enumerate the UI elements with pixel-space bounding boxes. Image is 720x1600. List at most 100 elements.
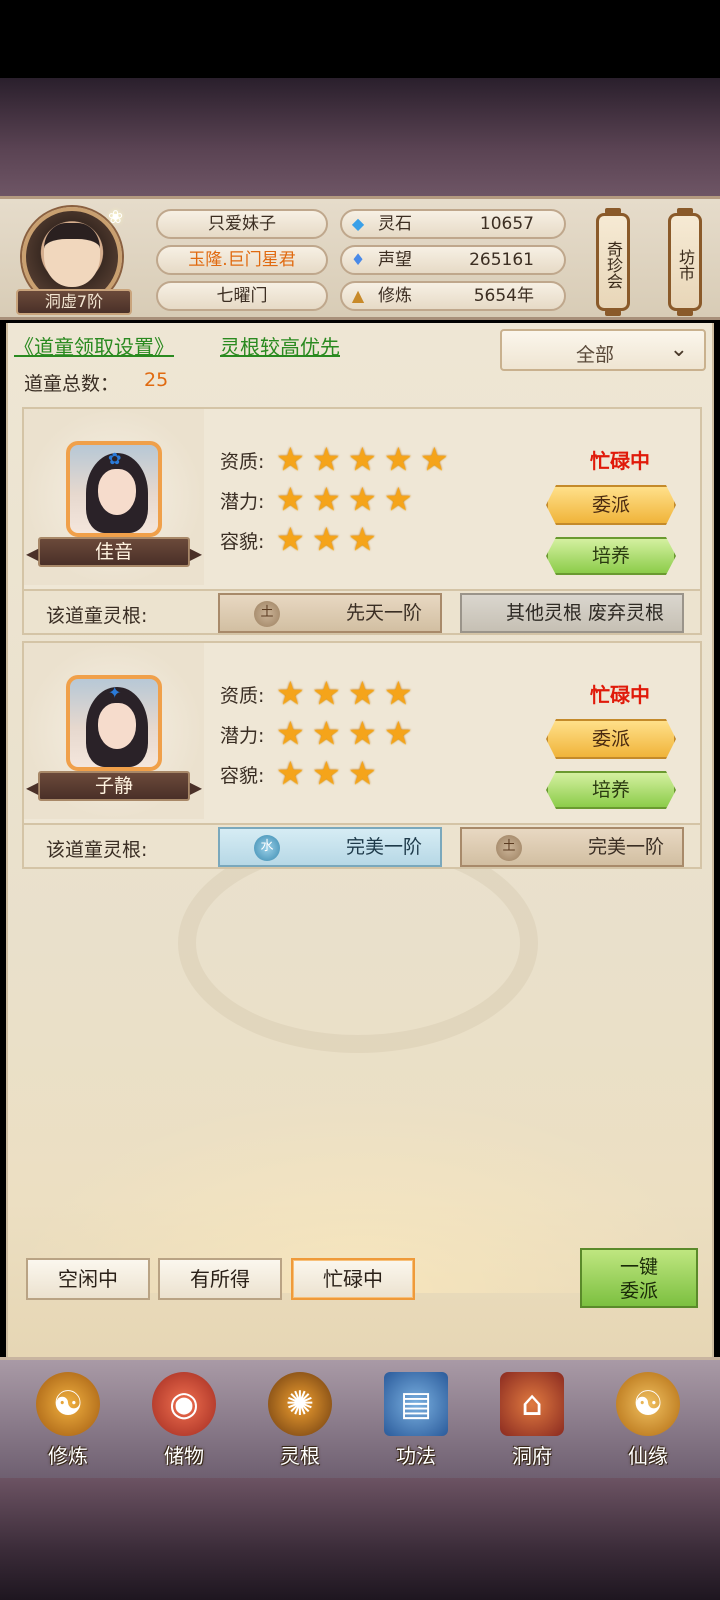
spirit-root-tag[interactable]: 其他灵根 废弃灵根 xyxy=(460,593,684,633)
servant-settings-link[interactable]: 《道童领取设置》 xyxy=(14,331,174,360)
nav-item-storage[interactable]: ◉ 储物 xyxy=(134,1368,234,1476)
aptitude-stars: ★ ★ ★ ★ xyxy=(276,677,420,709)
star-icon: ★ xyxy=(312,520,341,558)
stat-label: 修炼 xyxy=(378,286,412,306)
potential-label: 潜力: xyxy=(220,491,265,513)
nav-label: 储物 xyxy=(164,1444,204,1468)
star-icon: ★ xyxy=(276,480,305,518)
nav-label: 仙缘 xyxy=(628,1444,668,1468)
star-icon: ★ xyxy=(348,754,377,792)
earth-element-icon: 土 xyxy=(496,835,522,861)
train-button[interactable]: 培养 xyxy=(546,537,676,575)
filter-dropdown[interactable]: 全部 ⌄ xyxy=(500,329,706,371)
immortal-fate-icon: ☯ xyxy=(616,1372,680,1436)
spirit-root-tag[interactable]: 土 先天一阶 xyxy=(218,593,442,633)
star-icon: ★ xyxy=(348,714,377,752)
servant-card: ✦ 子静 资质: ★★★★ 潜力: ★★★★ 容貌: ★★★ 忙碌中 委派 培养… xyxy=(22,641,702,869)
star-icon: ★ xyxy=(276,440,305,478)
star-icon: ★ xyxy=(384,480,413,518)
total-count-label: 道童总数： xyxy=(24,373,120,395)
servant-name: 佳音 xyxy=(26,537,202,567)
star-icon: ★ xyxy=(276,674,305,712)
priority-link[interactable]: 灵根较高优先 xyxy=(220,331,340,360)
portrait-face xyxy=(98,469,136,515)
spirit-root-text: 完美一阶 xyxy=(345,836,422,858)
player-title: 玉隆.巨门星君 xyxy=(156,245,328,275)
star-icon: ★ xyxy=(276,754,305,792)
aptitude-label: 资质: xyxy=(220,685,265,707)
servant-portrait[interactable]: ✿ xyxy=(66,441,162,537)
nav-item-cultivate[interactable]: ☯ 修炼 xyxy=(18,1368,118,1476)
total-count-value: 25 xyxy=(144,369,169,391)
filter-busy-button[interactable]: 忙碌中 xyxy=(291,1258,415,1300)
star-icon: ★ xyxy=(348,520,377,558)
spirit-root-text: 先天一阶 xyxy=(345,602,422,624)
top-scenery xyxy=(0,78,720,196)
portrait-face xyxy=(98,703,136,749)
quick-assign-button[interactable]: 一键 委派 xyxy=(580,1248,698,1308)
filter-gains-button[interactable]: 有所得 xyxy=(158,1258,282,1300)
spirit-root-icon: ✺ xyxy=(268,1372,332,1436)
treasure-shop-button[interactable]: 奇珍会 xyxy=(596,208,630,316)
potential-label: 潜力: xyxy=(220,725,265,747)
player-avatar[interactable]: ❀ 洞虚7阶 xyxy=(16,207,132,319)
star-icon: ★ xyxy=(312,674,341,712)
nav-label: 灵根 xyxy=(280,1444,320,1468)
earth-element-icon: 土 xyxy=(254,601,280,627)
player-header: ❀ 洞虚7阶 只爱妹子 玉隆.巨门星君 七曜门 ◆ 灵石 10657 ♦ 声望 … xyxy=(0,196,720,320)
spirit-root-label: 该道童灵根: xyxy=(46,605,148,627)
star-icon: ★ xyxy=(312,440,341,478)
nav-item-cave[interactable]: ⌂ 洞府 xyxy=(482,1368,582,1476)
servant-card: ✿ 佳音 资质: ★★★★★ 潜力: ★★★★ 容貌: ★★★ 忙碌中 委派 培… xyxy=(22,407,702,635)
stat-cultivation: ▲ 修炼 5654年 xyxy=(340,281,566,311)
train-button[interactable]: 培养 xyxy=(546,771,676,809)
butterfly-icon: ❀ xyxy=(108,207,124,228)
nav-label: 洞府 xyxy=(512,1444,552,1468)
nav-item-fate[interactable]: ☯ 仙缘 xyxy=(598,1368,698,1476)
star-icon: ★ xyxy=(384,674,413,712)
dropdown-value: 全部 xyxy=(576,344,615,366)
servant-portrait[interactable]: ✦ xyxy=(66,675,162,771)
assign-button[interactable]: 委派 xyxy=(546,719,676,759)
spirit-root-tag[interactable]: 水 完美一阶 xyxy=(218,827,442,867)
spirit-stone-icon: ◆ xyxy=(351,214,365,233)
avatar-portrait xyxy=(44,223,100,287)
bottom-nav: ☯ 修炼 ◉ 储物 ✺ 灵根 ▤ 功法 ⌂ 洞府 ☯ 仙缘 xyxy=(0,1357,720,1479)
potential-stars: ★ ★ ★ ★ xyxy=(276,717,420,749)
player-rank: 洞虚7阶 xyxy=(16,289,132,315)
nav-item-spirit-root[interactable]: ✺ 灵根 xyxy=(250,1368,350,1476)
cave-mansion-icon: ⌂ xyxy=(500,1372,564,1436)
spirit-root-row: 该道童灵根: 土 先天一阶 其他灵根 废弃灵根 xyxy=(24,589,700,633)
stat-reputation: ♦ 声望 265161 xyxy=(340,245,566,275)
chevron-down-icon: ⌄ xyxy=(669,337,688,362)
appearance-label: 容貌: xyxy=(220,531,265,553)
reputation-icon: ♦ xyxy=(350,250,366,269)
spirit-root-tag[interactable]: 土 完美一阶 xyxy=(460,827,684,867)
quick-assign-line-1: 一键 xyxy=(619,1256,658,1278)
player-name: 只爱妹子 xyxy=(156,209,328,239)
assign-button[interactable]: 委派 xyxy=(546,485,676,525)
hair-ornament-icon: ✿ xyxy=(108,449,122,468)
filter-idle-button[interactable]: 空闲中 xyxy=(26,1258,150,1300)
cultivation-icon: ▲ xyxy=(351,286,365,305)
star-icon: ★ xyxy=(348,480,377,518)
storage-bag-icon: ◉ xyxy=(152,1372,216,1436)
quick-assign-line-2: 委派 xyxy=(619,1280,658,1302)
stat-value: 10657 xyxy=(479,214,534,234)
servant-panel: 《道童领取设置》 灵根较高优先 全部 ⌄ 道童总数： 25 ✿ 佳音 资质: ★… xyxy=(6,323,716,1357)
star-icon: ★ xyxy=(420,440,449,478)
stat-label: 声望 xyxy=(378,250,412,270)
technique-book-icon: ▤ xyxy=(384,1372,448,1436)
status-badge: 忙碌中 xyxy=(590,449,650,473)
market-button[interactable]: 坊市 xyxy=(668,208,702,316)
spirit-root-row: 该道童灵根: 水 完美一阶 土 完美一阶 xyxy=(24,823,700,867)
star-icon: ★ xyxy=(312,754,341,792)
star-icon: ★ xyxy=(276,520,305,558)
stat-label: 灵石 xyxy=(378,214,412,234)
appearance-label: 容貌: xyxy=(220,765,265,787)
nav-item-technique[interactable]: ▤ 功法 xyxy=(366,1368,466,1476)
nav-label: 修炼 xyxy=(48,1444,88,1468)
servant-name: 子静 xyxy=(26,771,202,801)
appearance-stars: ★ ★ ★ xyxy=(276,757,384,789)
potential-stars: ★ ★ ★ ★ xyxy=(276,483,420,515)
